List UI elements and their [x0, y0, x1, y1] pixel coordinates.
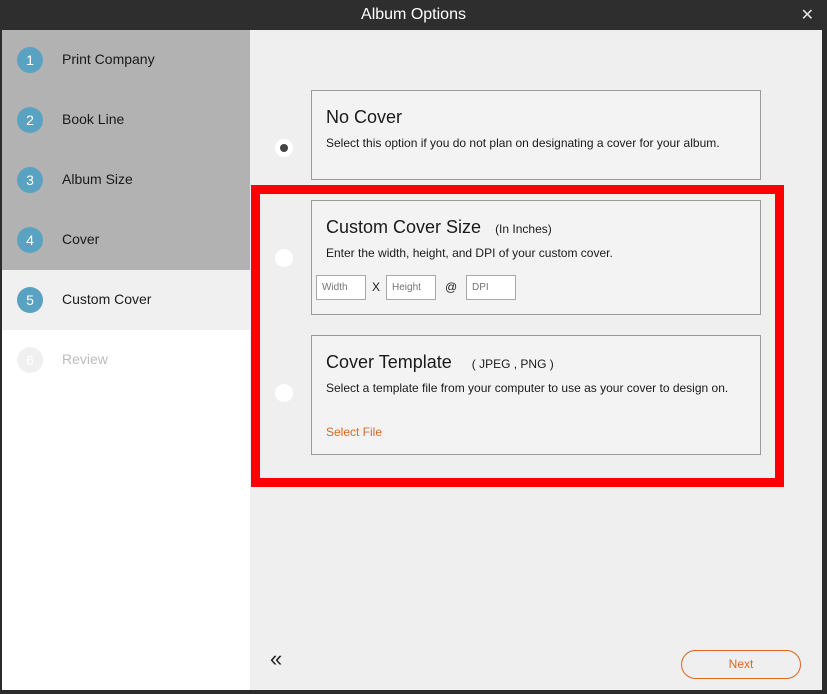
step-cover[interactable]: 4 Cover — [2, 210, 250, 270]
step-label: Album Size — [62, 171, 133, 187]
step-book-line[interactable]: 2 Book Line — [2, 90, 250, 150]
next-button[interactable]: Next — [681, 650, 801, 679]
width-input[interactable] — [316, 275, 366, 300]
step-album-size[interactable]: 3 Album Size — [2, 150, 250, 210]
custom-size-title-row: Custom Cover Size (In Inches) — [326, 217, 552, 238]
step-label: Book Line — [62, 111, 125, 127]
step-number: 6 — [17, 347, 43, 373]
steps-sidebar: 1 Print Company 2 Book Line 3 Album Size… — [2, 30, 250, 690]
no-cover-radio[interactable] — [275, 139, 293, 157]
template-title: Cover Template — [326, 352, 452, 372]
close-icon[interactable]: ✕ — [801, 5, 814, 25]
window-title: Album Options — [361, 6, 466, 23]
step-review: 6 Review — [2, 330, 250, 390]
step-number: 4 — [17, 227, 43, 253]
template-subtitle: ( JPEG , PNG ) — [471, 357, 554, 371]
at-separator: @ — [445, 280, 458, 294]
custom-size-title: Custom Cover Size — [326, 217, 482, 237]
template-title-row: Cover Template ( JPEG , PNG ) — [326, 352, 554, 373]
cover-template-card[interactable]: Cover Template ( JPEG , PNG ) Select a te… — [311, 335, 761, 455]
no-cover-description: Select this option if you do not plan on… — [326, 136, 720, 150]
select-file-link[interactable]: Select File — [326, 425, 382, 439]
dpi-input[interactable] — [466, 275, 516, 300]
times-separator: X — [372, 280, 381, 294]
custom-size-radio[interactable] — [275, 249, 293, 267]
step-label: Custom Cover — [62, 291, 152, 307]
back-chevrons-icon[interactable]: « — [270, 646, 282, 672]
no-cover-card[interactable]: No Cover Select this option if you do no… — [311, 90, 761, 180]
album-options-window: Album Options ✕ 1 Print Company 2 Book L… — [0, 0, 827, 694]
step-label: Review — [62, 351, 108, 367]
step-label: Print Company — [62, 51, 155, 67]
step-label: Cover — [62, 231, 100, 247]
template-description: Select a template file from your compute… — [326, 381, 729, 395]
no-cover-title: No Cover — [326, 107, 403, 127]
title-bar: Album Options ✕ — [0, 0, 827, 30]
step-custom-cover[interactable]: 5 Custom Cover — [2, 270, 250, 330]
cover-options-panel: No Cover Select this option if you do no… — [250, 30, 822, 690]
template-radio[interactable] — [275, 384, 293, 402]
height-input[interactable] — [386, 275, 436, 300]
step-number: 3 — [17, 167, 43, 193]
step-print-company[interactable]: 1 Print Company — [2, 30, 250, 90]
step-number: 1 — [17, 47, 43, 73]
custom-size-subtitle: (In Inches) — [495, 222, 552, 236]
custom-size-card[interactable]: Custom Cover Size (In Inches) Enter the w… — [311, 200, 761, 315]
step-number: 5 — [17, 287, 43, 313]
step-number: 2 — [17, 107, 43, 133]
custom-size-description: Enter the width, height, and DPI of your… — [326, 246, 613, 260]
